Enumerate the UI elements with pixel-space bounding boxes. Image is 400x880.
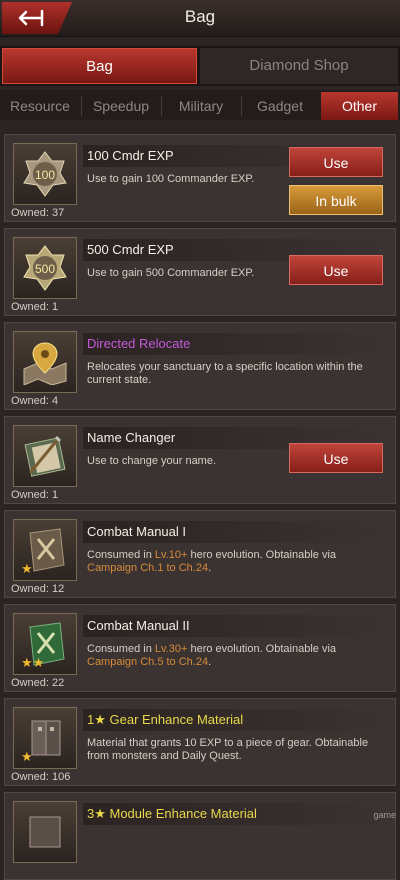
item-description: Material that grants 10 EXP to a piece o…	[87, 737, 369, 762]
use-button[interactable]: Use	[289, 443, 383, 473]
exp-badge-label: 500	[35, 262, 55, 276]
level-requirement: Lv.30+	[154, 643, 188, 655]
top-bar: Bag	[0, 0, 400, 37]
tab-divider	[161, 96, 162, 116]
item-description: Use to gain 500 Commander EXP.	[87, 267, 255, 279]
item-name: Combat Manual II	[83, 615, 387, 637]
owned-count: Owned: 106	[11, 771, 71, 783]
level-requirement: Lv.10+	[154, 549, 188, 561]
use-button[interactable]: Use	[289, 147, 383, 177]
item-description: Use to change your name.	[87, 455, 217, 467]
campaign-source: Campaign Ch.1 to Ch.24	[87, 562, 209, 574]
list-item: ★ Owned: 106 1★ Gear Enhance Material Ma…	[4, 698, 396, 786]
star-rating: ★★	[21, 655, 45, 670]
desc-text: hero evolution. Obtainable via	[187, 643, 337, 655]
category-tabs: Resource Speedup Military Gadget Other	[0, 90, 400, 120]
exp-badge-icon: 100	[13, 143, 77, 205]
exp-badge-label: 100	[35, 168, 55, 182]
tab-military[interactable]: Military	[164, 92, 238, 120]
exp-badge-icon: 500	[13, 237, 77, 299]
owned-count: Owned: 1	[11, 489, 59, 501]
map-pin-icon	[13, 331, 77, 393]
desc-text: .	[208, 562, 212, 574]
list-item: ★ Owned: 12 Combat Manual I Consumed in …	[4, 510, 396, 598]
tab-bag[interactable]: Bag	[2, 48, 197, 84]
owned-count: Owned: 4	[11, 395, 59, 407]
tab-resource[interactable]: Resource	[2, 92, 78, 120]
watermark: game	[373, 810, 396, 820]
tab-other[interactable]: Other	[321, 92, 398, 120]
tab-speedup[interactable]: Speedup	[84, 92, 158, 120]
star-rating: ★	[21, 749, 33, 764]
list-item: Owned: 1 Name Changer Use to change your…	[4, 416, 396, 504]
list-item: 3★ Module Enhance Material	[4, 792, 396, 880]
item-description: Relocates your sanctuary to a specific l…	[87, 361, 363, 386]
star-rating: ★	[21, 561, 33, 576]
page-title: Bag	[184, 7, 216, 26]
item-name: 1★ Gear Enhance Material	[83, 709, 387, 731]
tab-gadget[interactable]: Gadget	[244, 92, 316, 120]
module-material-icon	[13, 801, 77, 863]
desc-text: Consumed in	[87, 643, 155, 655]
list-item: ★★ Owned: 22 Combat Manual II Consumed i…	[4, 604, 396, 692]
item-description: Use to gain 100 Commander EXP.	[87, 173, 255, 185]
item-name: Directed Relocate	[83, 333, 387, 355]
list-item: Owned: 4 Directed Relocate Relocates you…	[4, 322, 396, 410]
item-description: Consumed in Lv.30+ hero evolution. Obtai…	[87, 643, 383, 669]
campaign-source: Campaign Ch.5 to Ch.24	[87, 656, 209, 668]
owned-count: Owned: 1	[11, 301, 59, 313]
owned-count: Owned: 12	[11, 583, 65, 595]
item-description: Consumed in Lv.10+ hero evolution. Obtai…	[87, 549, 383, 575]
desc-text: hero evolution. Obtainable via	[187, 549, 337, 561]
tab-diamond-shop[interactable]: Diamond Shop	[200, 48, 398, 84]
use-in-bulk-button[interactable]: In bulk	[289, 185, 383, 215]
desc-text: Consumed in	[87, 549, 155, 561]
owned-count: Owned: 37	[11, 207, 65, 219]
use-button[interactable]: Use	[289, 255, 383, 285]
owned-count: Owned: 22	[11, 677, 65, 689]
tab-divider	[81, 96, 82, 116]
main-tabs: Bag Diamond Shop	[0, 46, 400, 86]
desc-text: .	[208, 656, 212, 668]
item-name: Combat Manual I	[83, 521, 387, 543]
name-card-icon	[13, 425, 77, 487]
tab-divider	[241, 96, 242, 116]
list-item: 500 Owned: 1 500 Cmdr EXP Use to gain 50…	[4, 228, 396, 316]
list-item: 100 Owned: 37 100 Cmdr EXP Use to gain 1…	[4, 134, 396, 222]
